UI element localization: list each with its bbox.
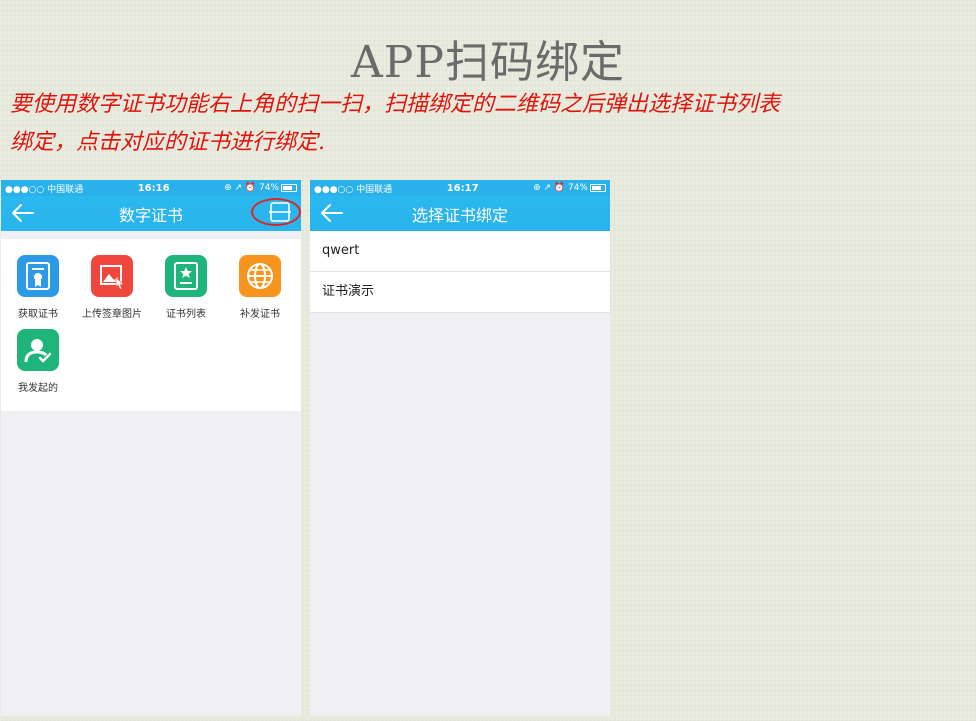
certificate-icon (17, 255, 59, 297)
battery-icon (280, 183, 297, 192)
phone-screen-select-cert: ●●●○○ 中国联通 16:17 ⊕ ↗ ⏰ 74% 选择证书绑定 qwert … (310, 180, 610, 716)
clock: 16:16 (137, 182, 170, 194)
battery-label: ⊕ ↗ ⏰ 74% (533, 183, 588, 193)
nav-bar: 选择证书绑定 (310, 196, 610, 231)
upload-image-icon (91, 255, 133, 297)
instruction-note: 要使用数字证书功能右上角的扫一扫，扫描绑定的二维码之后弹出选择证书列表 绑定，点… (10, 86, 972, 162)
battery-label: ⊕ ↗ ⏰ 74% (224, 183, 279, 193)
cert-list: qwert 证书演示 (310, 231, 610, 313)
tile-label: 补发证书 (240, 309, 280, 320)
tile-label: 获取证书 (18, 309, 58, 320)
status-bar: ●●●○○ 中国联通 16:16 ⊕ ↗ ⏰ 74% (1, 180, 301, 196)
nav-title: 选择证书绑定 (411, 205, 508, 225)
nav-bar: 数字证书 (1, 196, 301, 231)
status-bar: ●●●○○ 中国联通 16:17 ⊕ ↗ ⏰ 74% (310, 180, 610, 196)
user-check-icon (17, 329, 59, 371)
tile-label: 上传签章图片 (82, 309, 142, 320)
tile-label: 我发起的 (18, 383, 58, 394)
back-arrow-icon[interactable] (320, 202, 344, 224)
highlight-circle (251, 198, 301, 226)
tile-reissue-cert[interactable]: 补发证书 (223, 255, 297, 320)
tile-label: 证书列表 (166, 309, 206, 320)
status-right: ⊕ ↗ ⏰ 74% (224, 183, 297, 193)
clock: 16:17 (446, 182, 479, 194)
feature-grid: 获取证书 上传签章图片 证书列表 补发证书 我发起的 (1, 239, 301, 411)
slide-title: APP扫码绑定 (351, 37, 625, 88)
tile-cert-list[interactable]: 证书列表 (149, 255, 223, 320)
list-item[interactable]: qwert (310, 231, 610, 272)
carrier-label: ●●●○○ 中国联通 (314, 184, 393, 195)
carrier-label: ●●●○○ 中国联通 (5, 184, 84, 195)
back-arrow-icon[interactable] (11, 202, 35, 224)
cert-list-icon (165, 255, 207, 297)
phone-screen-digital-cert: ●●●○○ 中国联通 16:16 ⊕ ↗ ⏰ 74% 数字证书 获取证书 上传签… (1, 180, 301, 716)
nav-title: 数字证书 (118, 205, 183, 225)
status-right: ⊕ ↗ ⏰ 74% (533, 183, 606, 193)
note-line-1: 要使用数字证书功能右上角的扫一扫，扫描绑定的二维码之后弹出选择证书列表 (10, 92, 781, 117)
note-line-2: 绑定，点击对应的证书进行绑定. (10, 130, 325, 155)
list-item[interactable]: 证书演示 (310, 272, 610, 313)
tile-initiated-by-me[interactable]: 我发起的 (1, 329, 75, 394)
tile-upload-seal[interactable]: 上传签章图片 (75, 255, 149, 320)
tile-get-cert[interactable]: 获取证书 (1, 255, 75, 320)
battery-icon (589, 183, 606, 192)
globe-icon (239, 255, 281, 297)
